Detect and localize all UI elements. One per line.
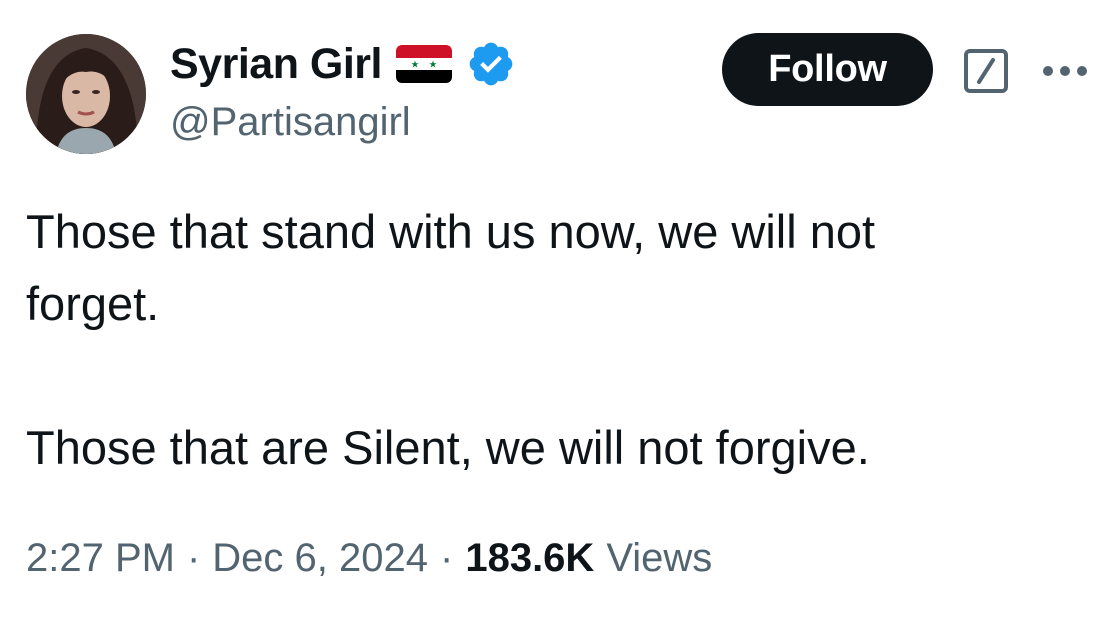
more-options-icon[interactable] — [1040, 56, 1090, 86]
follow-button[interactable]: Follow — [722, 33, 933, 106]
separator: · — [186, 536, 201, 580]
tweet-time[interactable]: 2:27 PM — [26, 536, 175, 581]
author-name-row: Syrian Girl — [170, 38, 516, 90]
syria-flag-icon — [395, 45, 452, 83]
tweet-date[interactable]: Dec 6, 2024 — [212, 536, 428, 581]
verified-badge-icon[interactable] — [466, 39, 516, 89]
avatar-image — [26, 34, 146, 154]
views-count: 183.6K — [465, 536, 595, 580]
author-display-name[interactable]: Syrian Girl — [170, 40, 382, 89]
tweet-text: Those that stand with us now, we will no… — [26, 205, 876, 474]
views-label: Views — [606, 536, 713, 580]
tweet-meta: 2:27 PM · Dec 6, 2024 · 183.6K Views — [26, 536, 712, 581]
author-handle[interactable]: @Partisangirl — [170, 100, 411, 145]
avatar[interactable] — [26, 34, 146, 154]
grok-icon[interactable] — [962, 47, 1010, 95]
separator: · — [440, 536, 454, 580]
